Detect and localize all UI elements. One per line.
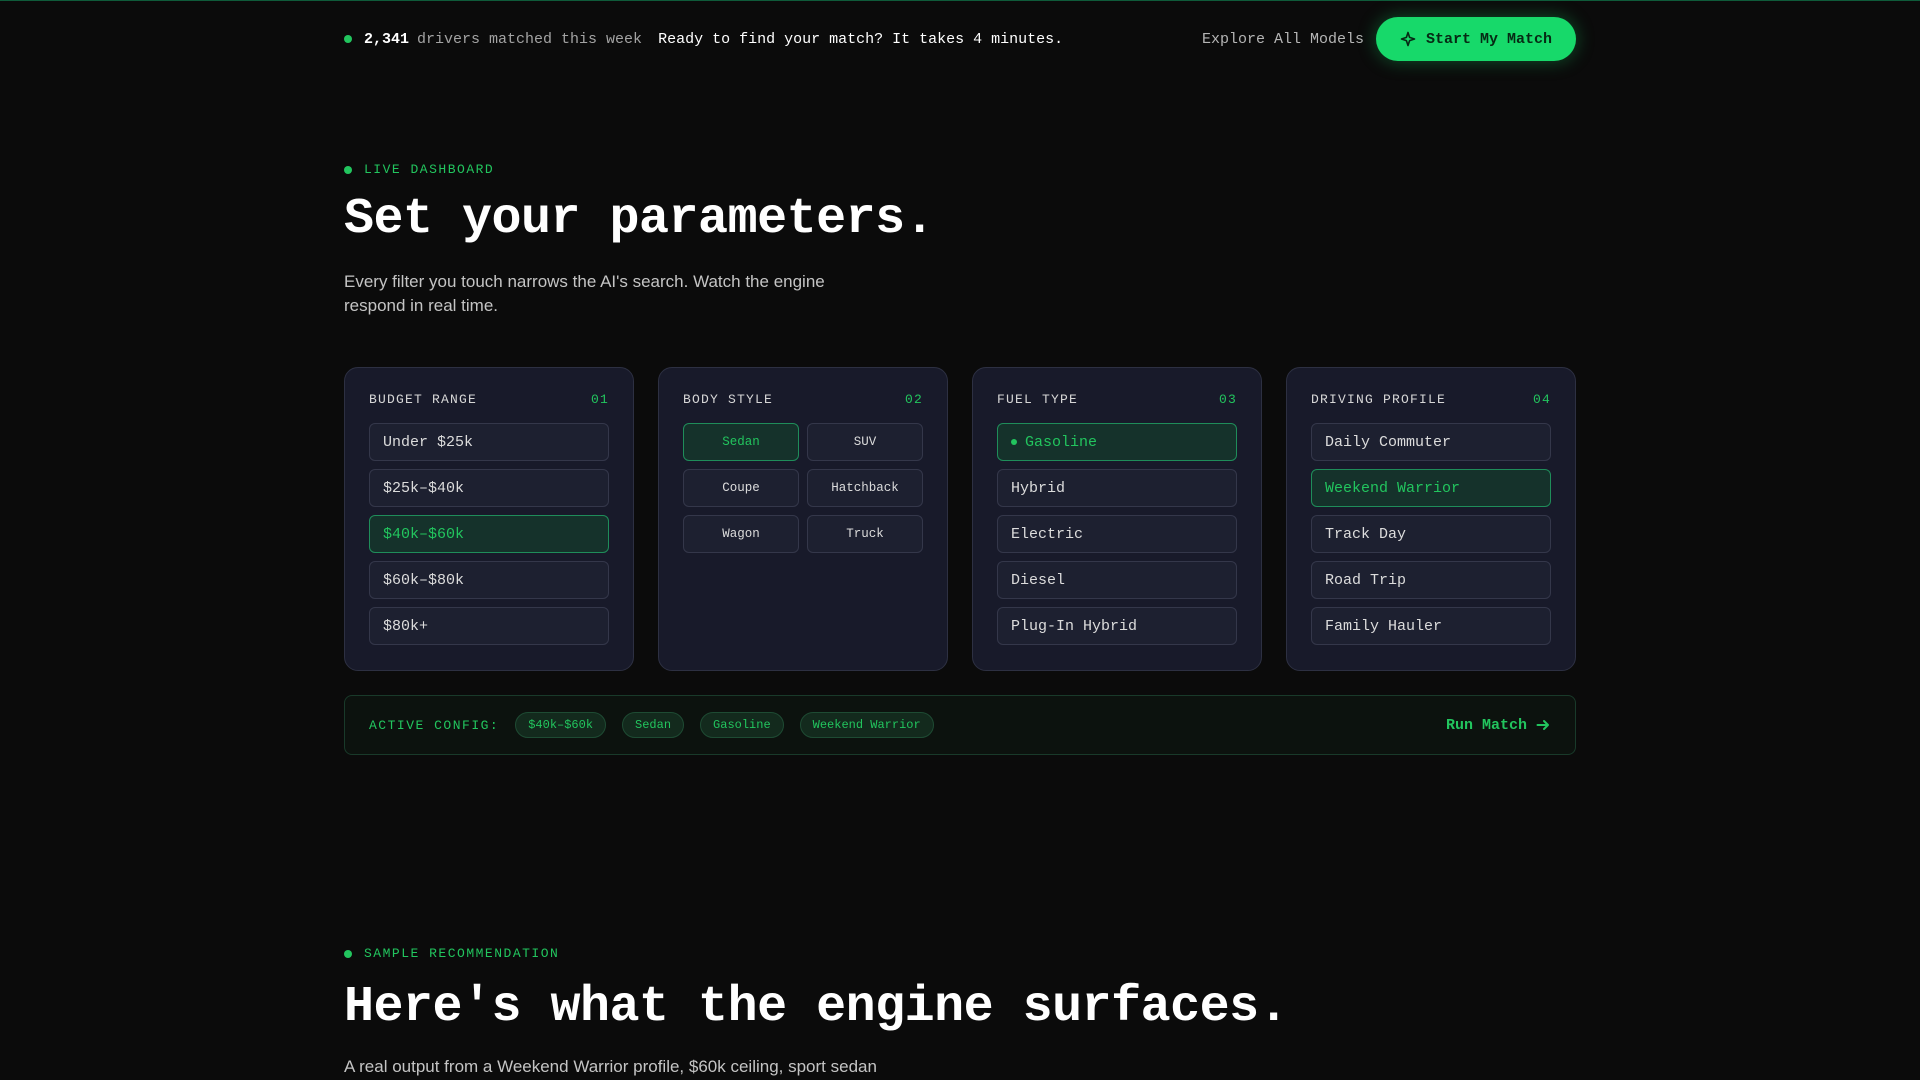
card-title: FUEL TYPE bbox=[997, 392, 1079, 407]
card-title: DRIVING PROFILE bbox=[1311, 392, 1447, 407]
run-match-button[interactable]: Run Match bbox=[1446, 717, 1551, 734]
fuel-option[interactable]: Plug-In Hybrid bbox=[997, 607, 1237, 645]
budget-option[interactable]: Under $25k bbox=[369, 423, 609, 461]
config-chip: $40k–$60k bbox=[515, 712, 607, 738]
sample-recommendation-eyebrow: SAMPLE RECOMMENDATION bbox=[344, 946, 1576, 961]
body-style-option[interactable]: Hatchback bbox=[807, 469, 923, 507]
match-stats: 2,341 drivers matched this week Ready to… bbox=[344, 31, 1063, 48]
sparkle-icon bbox=[1400, 31, 1416, 47]
fuel-option[interactable]: Diesel bbox=[997, 561, 1237, 599]
match-count-label: drivers matched this week bbox=[417, 30, 643, 48]
live-indicator-icon bbox=[344, 35, 352, 43]
card-number: 04 bbox=[1532, 392, 1551, 407]
body-style-option-selected[interactable]: Sedan bbox=[683, 423, 799, 461]
fuel-option[interactable]: Electric bbox=[997, 515, 1237, 553]
fuel-type-card: FUEL TYPE 03 Gasoline Hybrid Electric Di… bbox=[972, 367, 1262, 671]
start-my-match-label: Start My Match bbox=[1425, 30, 1552, 48]
explore-all-models-link[interactable]: Explore All Models bbox=[1202, 31, 1364, 48]
live-dashboard-eyebrow: LIVE DASHBOARD bbox=[344, 162, 1576, 177]
start-my-match-button[interactable]: Start My Match bbox=[1375, 17, 1576, 61]
card-number: 01 bbox=[590, 392, 609, 407]
fuel-option-selected[interactable]: Gasoline bbox=[997, 423, 1237, 461]
profile-option[interactable]: Daily Commuter bbox=[1311, 423, 1551, 461]
fuel-option[interactable]: Hybrid bbox=[997, 469, 1237, 507]
budget-option[interactable]: $25k–$40k bbox=[369, 469, 609, 507]
top-actions: Explore All Models Start My Match bbox=[1202, 17, 1576, 61]
budget-option[interactable]: $60k–$80k bbox=[369, 561, 609, 599]
live-dot-icon bbox=[344, 949, 352, 958]
driving-profile-card: DRIVING PROFILE 04 Daily Commuter Weeken… bbox=[1286, 367, 1576, 671]
budget-option[interactable]: $80k+ bbox=[369, 607, 609, 645]
match-count: 2,341 bbox=[364, 30, 410, 48]
page-title: Set your parameters. bbox=[344, 191, 935, 248]
budget-option-selected[interactable]: $40k–$60k bbox=[369, 515, 609, 553]
live-dot-icon bbox=[344, 165, 352, 174]
body-style-grid: Sedan SUV Coupe Hatchback Wagon Truck bbox=[683, 423, 923, 553]
body-style-card: BODY STYLE 02 Sedan SUV Coupe Hatchback … bbox=[658, 367, 948, 671]
budget-range-card: BUDGET RANGE 01 Under $25k $25k–$40k $40… bbox=[344, 367, 634, 671]
sample-title: Here's what the engine surfaces. bbox=[344, 979, 1289, 1036]
body-style-option[interactable]: Truck bbox=[807, 515, 923, 553]
config-chip: Sedan bbox=[622, 712, 685, 738]
selected-dot-icon bbox=[1011, 439, 1017, 445]
eyebrow-label: SAMPLE RECOMMENDATION bbox=[364, 946, 560, 961]
body-style-option[interactable]: SUV bbox=[807, 423, 923, 461]
ready-prompt: Ready to find your match? It takes 4 min… bbox=[658, 30, 1064, 48]
eyebrow-label: LIVE DASHBOARD bbox=[364, 162, 495, 177]
run-match-label: Run Match bbox=[1445, 716, 1527, 734]
card-number: 02 bbox=[904, 392, 923, 407]
subtitle-line-1: Every filter you touch narrows the AI's … bbox=[344, 272, 825, 291]
config-chip: Weekend Warrior bbox=[799, 712, 934, 738]
parameter-cards: BUDGET RANGE 01 Under $25k $25k–$40k $40… bbox=[344, 367, 1576, 671]
profile-option[interactable]: Family Hauler bbox=[1311, 607, 1551, 645]
profile-option-selected[interactable]: Weekend Warrior bbox=[1311, 469, 1551, 507]
arrow-right-icon bbox=[1536, 720, 1549, 730]
profile-option[interactable]: Track Day bbox=[1311, 515, 1551, 553]
subtitle-line-2: respond in real time. bbox=[344, 296, 499, 315]
fuel-option-label: Gasoline bbox=[1025, 433, 1098, 451]
config-chip: Gasoline bbox=[700, 712, 784, 738]
active-config-bar: ACTIVE CONFIG: $40k–$60k Sedan Gasoline … bbox=[344, 695, 1576, 755]
active-config-label: ACTIVE CONFIG: bbox=[369, 717, 500, 733]
profile-option[interactable]: Road Trip bbox=[1311, 561, 1551, 599]
sample-subtitle: A real output from a Weekend Warrior pro… bbox=[344, 1057, 877, 1076]
card-title: BODY STYLE bbox=[683, 392, 774, 407]
card-title: BUDGET RANGE bbox=[369, 392, 478, 407]
body-style-option[interactable]: Wagon bbox=[683, 515, 799, 553]
card-number: 03 bbox=[1218, 392, 1237, 407]
top-bar: 2,341 drivers matched this week Ready to… bbox=[344, 1, 1576, 77]
page-subtitle: Every filter you touch narrows the AI's … bbox=[344, 270, 1576, 318]
body-style-option[interactable]: Coupe bbox=[683, 469, 799, 507]
